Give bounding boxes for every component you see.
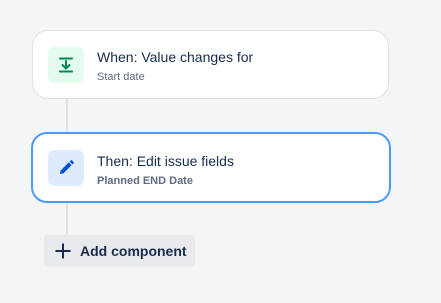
connector-line (66, 99, 68, 132)
add-component-label: Add component (80, 243, 187, 259)
trigger-card[interactable]: When: Value changes for Start date (32, 30, 389, 99)
trigger-title: When: Value changes for (97, 49, 254, 65)
field-value-changed-icon (48, 47, 84, 83)
add-component-button[interactable]: Add component (44, 235, 195, 267)
pencil-icon (48, 150, 84, 186)
plus-icon (54, 242, 72, 260)
action-card[interactable]: Then: Edit issue fields Planned END Date (31, 132, 391, 203)
action-title: Then: Edit issue fields (97, 153, 234, 169)
trigger-subtitle: Start date (97, 71, 145, 83)
action-subtitle: Planned END Date (97, 175, 193, 187)
connector-line (66, 203, 68, 236)
